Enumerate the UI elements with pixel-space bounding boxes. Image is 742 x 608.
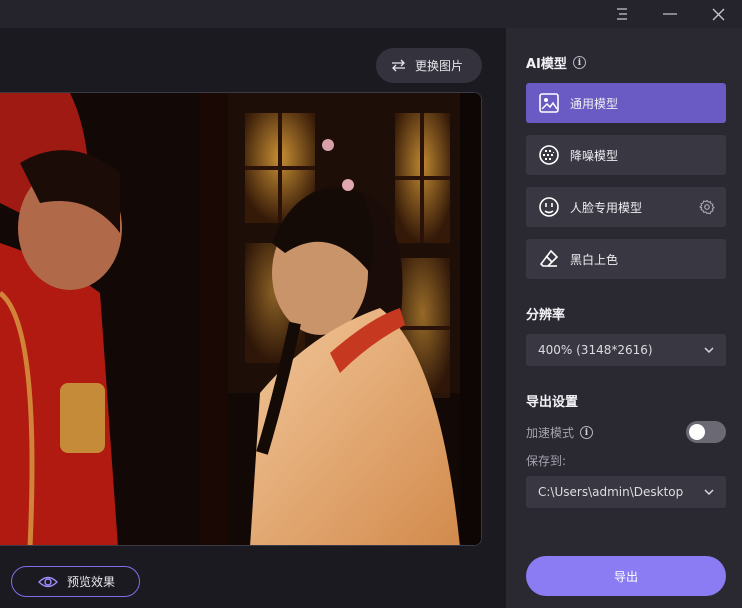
preview-image (0, 93, 481, 545)
eraser-icon (539, 249, 559, 267)
model-general[interactable]: 通用模型 (526, 83, 726, 123)
minimize-button[interactable] (650, 0, 690, 28)
menu-icon (617, 8, 627, 20)
ai-model-heading: AI模型 i (526, 53, 586, 72)
resolution-select[interactable]: 400% (3148*2616) (526, 334, 726, 366)
model-denoise[interactable]: 降噪模型 (526, 135, 726, 175)
accelerate-mode-label: 加速模式 (526, 426, 575, 440)
swap-icon (392, 59, 405, 72)
model-face[interactable]: 人脸专用模型 (526, 187, 726, 227)
preview-effect-button[interactable]: 预览效果 (11, 566, 140, 597)
model-label: 降噪模型 (570, 148, 619, 163)
minimize-icon (663, 13, 677, 15)
image-preview[interactable] (0, 92, 482, 546)
settings-panel: AI模型 i 通用模型 降噪模型 人脸专用模型 黑白上色 分辨率 400% (3… (506, 28, 742, 608)
close-icon (712, 8, 724, 20)
close-button[interactable] (698, 0, 738, 28)
menu-button[interactable] (602, 0, 642, 28)
toggle-knob (689, 424, 705, 440)
swap-image-button[interactable]: 更换图片 (376, 48, 482, 83)
info-icon[interactable]: i (580, 426, 594, 439)
ai-model-title: AI模型 (526, 57, 567, 72)
image-icon (539, 93, 559, 113)
export-settings-title: 导出设置 (526, 395, 579, 410)
model-label: 人脸专用模型 (570, 200, 643, 215)
chevron-down-icon (704, 489, 714, 496)
workspace: 更换图片 预览效果 (0, 28, 506, 608)
eye-icon (38, 576, 58, 587)
model-colorize[interactable]: 黑白上色 (526, 239, 726, 279)
denoise-icon (539, 145, 559, 165)
title-bar (0, 0, 742, 28)
model-label: 通用模型 (570, 96, 619, 111)
preview-effect-label: 预览效果 (67, 575, 116, 589)
accelerate-mode-label-wrap: 加速模式 i (526, 424, 594, 441)
model-label: 黑白上色 (570, 252, 619, 267)
save-to-label: 保存到: (526, 454, 567, 468)
save-path-value: C:\Users\admin\Desktop (538, 485, 684, 499)
export-label: 导出 (613, 569, 638, 584)
resolution-value: 400% (3148*2616) (538, 343, 653, 357)
export-button[interactable]: 导出 (526, 556, 726, 596)
gear-icon[interactable] (699, 199, 715, 215)
chevron-down-icon (704, 347, 714, 354)
info-icon[interactable]: i (572, 56, 586, 69)
accelerate-toggle[interactable] (686, 421, 726, 443)
face-icon (539, 197, 559, 217)
swap-image-label: 更换图片 (415, 59, 464, 73)
save-path-select[interactable]: C:\Users\admin\Desktop (526, 476, 726, 508)
resolution-title: 分辨率 (526, 308, 566, 323)
